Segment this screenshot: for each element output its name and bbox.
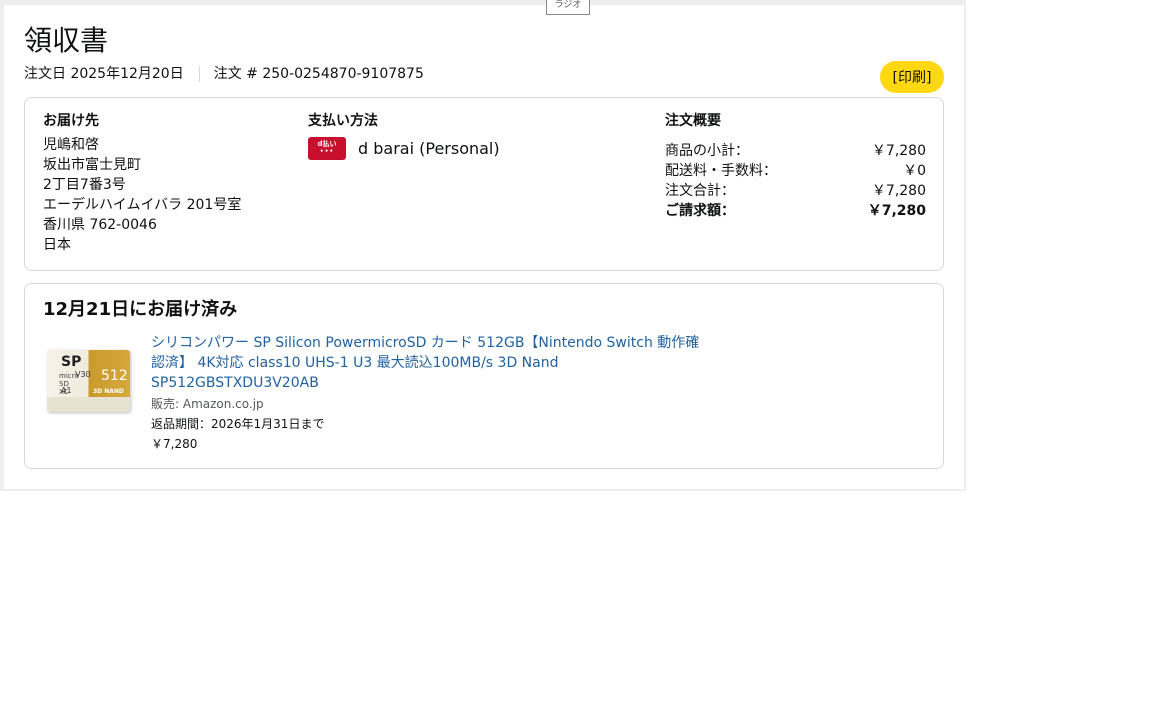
product-price: ￥7,280 (151, 437, 198, 451)
address-line: エーデルハイムイバラ 201号室 (43, 197, 242, 213)
top-bar (0, 0, 964, 5)
order-summary-heading: 注文概要 (665, 113, 721, 129)
order-summary: 商品の小計： ￥7,280 配送料・手数料： ￥0 注文合計： ￥7,280 ご… (665, 141, 926, 221)
delivery-status: 12月21日にお届け済み (43, 299, 238, 320)
print-button[interactable]: [印刷] (880, 61, 944, 93)
order-number: 注文 # 250-0254870-9107875 (213, 66, 424, 82)
address-line: 児嶋和啓 (43, 137, 99, 153)
frame-edge-bottom (0, 489, 966, 491)
summary-value: ￥7,280 (871, 143, 926, 159)
d-barai-logo-icon: d払い ••• (308, 137, 346, 160)
summary-label: 注文合計： (665, 183, 735, 199)
order-info-card: お届け先 児嶋和啓 坂出市富士見町 2丁目7番3号 エーデルハイムイバラ 201… (24, 97, 944, 271)
product-seller: 販売: Amazon.co.jp (151, 397, 264, 411)
summary-value: ￥7,280 (871, 183, 926, 199)
d-barai-logo-dots: ••• (319, 148, 335, 155)
order-date: 注文日 2025年12月20日 (24, 66, 184, 82)
summary-row-subtotal: 商品の小計： ￥7,280 (665, 141, 926, 161)
summary-label: 商品の小計： (665, 143, 749, 159)
summary-label: ご請求額： (665, 203, 735, 219)
shipping-address-heading: お届け先 (43, 113, 99, 129)
product-image-app-class: A1 (61, 386, 72, 395)
tooltip-tab: ラジオ (546, 0, 590, 15)
address-line: 日本 (43, 237, 71, 253)
address-line: 香川県 762-0046 (43, 217, 157, 233)
summary-row-shipping: 配送料・手数料： ￥0 (665, 161, 926, 181)
summary-value: ￥7,280 (867, 203, 926, 219)
page-title: 領収書 (24, 24, 109, 57)
address-line: 2丁目7番3号 (43, 177, 126, 193)
product-image-speed: V30 (75, 370, 91, 379)
payment-method-heading: 支払い方法 (308, 113, 378, 129)
address-line: 坂出市富士見町 (43, 157, 141, 173)
product-image-capacity: 512 (101, 368, 128, 384)
summary-row-billed-amount: ご請求額： ￥7,280 (665, 201, 926, 221)
receipt-page: ラジオ 領収書 注文日 2025年12月20日 注文 # 250-0254870… (0, 0, 1152, 720)
product-image-strip (47, 397, 130, 412)
order-meta: 注文日 2025年12月20日 注文 # 250-0254870-9107875 (24, 65, 424, 83)
product-image-brand: SP (61, 354, 82, 370)
frame-edge-right (964, 0, 966, 491)
meta-divider (198, 66, 200, 82)
product-title-link[interactable]: シリコンパワー SP Silicon PowermicroSD カード 512G… (151, 333, 711, 393)
frame-edge-left (0, 0, 4, 491)
summary-row-order-total: 注文合計： ￥7,280 (665, 181, 926, 201)
shipment-card: 12月21日にお届け済み SP micro SD XC V30 A1 512 3… (24, 283, 944, 469)
return-window: 返品期間：2026年1月31日まで (151, 417, 325, 431)
product-image-nand: 3D NAND (93, 388, 124, 395)
shipping-address: 児嶋和啓 坂出市富士見町 2丁目7番3号 エーデルハイムイバラ 201号室 香川… (43, 135, 241, 255)
summary-value: ￥0 (903, 163, 926, 179)
product-image[interactable]: SP micro SD XC V30 A1 512 3D NAND (47, 350, 130, 412)
summary-label: 配送料・手数料： (665, 163, 777, 179)
payment-method-name: d barai (Personal) (358, 139, 500, 158)
